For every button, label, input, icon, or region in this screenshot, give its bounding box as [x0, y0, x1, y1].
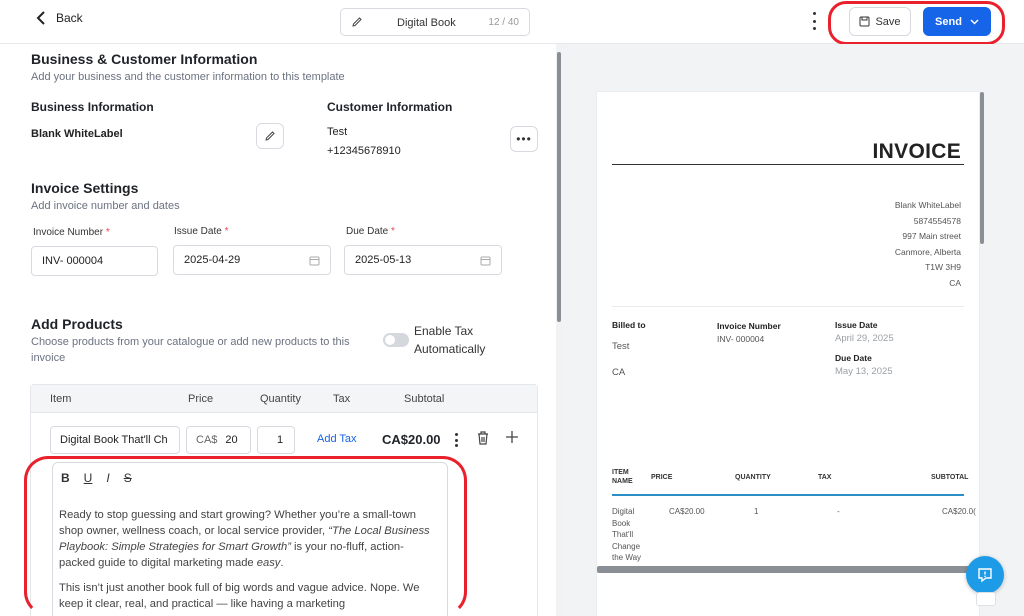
business-address: Blank WhiteLabel 5874554578 997 Main str… — [894, 200, 961, 288]
invoice-title: INVOICE — [872, 140, 961, 163]
invoice-preview-panel: INVOICE Blank WhiteLabel 5874554578 997 … — [562, 44, 1024, 616]
business-name: Blank WhiteLabel — [31, 128, 123, 140]
issue-date-value: April 29, 2025 — [835, 333, 894, 344]
issue-date-label: Issue Date * — [174, 226, 229, 237]
item-name-input[interactable]: Digital Book That'll Ch — [50, 426, 180, 454]
due-date-label: Due Date — [835, 353, 872, 363]
enable-tax-label-1: Enable Tax — [414, 324, 474, 338]
add-products-subtitle-1: Choose products from your catalogue or a… — [31, 336, 350, 348]
preview-item-tax: - — [837, 507, 840, 516]
customer-phone: +12345678910 — [327, 145, 401, 157]
back-label: Back — [56, 11, 83, 25]
th-price: PRICE — [651, 474, 673, 481]
th-quantity: QUANTITY — [735, 474, 771, 481]
back-button[interactable]: Back — [36, 11, 83, 25]
billed-to-label: Billed to — [612, 320, 646, 330]
price-input[interactable]: CA$ 20 — [186, 426, 251, 454]
products-table-header: Item Price Quantity Tax Subtotal — [31, 385, 537, 413]
due-date-input[interactable]: 2025-05-13 — [344, 245, 502, 275]
col-price: Price — [188, 393, 214, 405]
customer-name: Test — [327, 126, 348, 138]
quantity-input[interactable]: 1 — [257, 426, 295, 454]
items-header-rule — [612, 494, 964, 496]
invoice-number-label: Invoice Number — [717, 321, 781, 331]
billed-to-name: Test — [612, 341, 630, 352]
pencil-icon — [265, 131, 275, 141]
calendar-icon — [480, 256, 491, 266]
add-tax-link[interactable]: Add Tax — [317, 433, 357, 445]
col-tax: Tax — [333, 393, 351, 405]
highlight-oval-editor — [24, 456, 467, 616]
col-subtotal: Subtotal — [404, 393, 445, 405]
feedback-button[interactable] — [966, 556, 1004, 594]
th-subtotal: SUBTOTAL — [931, 474, 969, 481]
ellipsis-icon: ••• — [516, 132, 532, 146]
preview-item-name: Digital Book That'll Change the Way — [612, 507, 642, 562]
due-date-label: Due Date * — [346, 226, 395, 237]
divider — [612, 306, 964, 307]
business-section-subtitle: Add your business and the customer infor… — [31, 71, 345, 83]
preview-item-qty: 1 — [754, 507, 759, 516]
document-title-field[interactable]: Digital Book 12 / 40 — [340, 8, 530, 36]
th-tax: TAX — [818, 474, 832, 481]
col-quantity: Quantity — [260, 393, 301, 405]
invoice-preview-page: INVOICE Blank WhiteLabel 5874554578 997 … — [597, 92, 979, 616]
invoice-settings-title: Invoice Settings — [31, 180, 139, 196]
more-options-icon[interactable] — [811, 12, 817, 30]
customer-more-button[interactable]: ••• — [510, 126, 538, 152]
enable-tax-label-2: Automatically — [414, 342, 486, 356]
chat-alert-icon — [978, 568, 992, 583]
trash-icon[interactable] — [476, 430, 490, 446]
highlight-oval-top — [828, 1, 1005, 45]
billed-to-country: CA — [612, 367, 626, 378]
col-item: Item — [50, 393, 72, 405]
issue-date-input[interactable]: 2025-04-29 — [173, 245, 331, 275]
chevron-left-icon — [36, 11, 45, 25]
preview-item-subtotal: CA$20.0( — [942, 507, 976, 516]
preview-vertical-scrollbar[interactable] — [980, 92, 984, 244]
invoice-number-label: Invoice Number * — [33, 227, 110, 238]
add-products-subtitle-2: invoice — [31, 352, 66, 364]
due-date-value: May 13, 2025 — [835, 366, 893, 377]
row-more-icon[interactable] — [454, 433, 459, 447]
row-subtotal: CA$20.00 — [382, 432, 441, 447]
invoice-number-input[interactable]: INV- 000004 — [31, 246, 158, 276]
title-rule — [612, 164, 964, 165]
preview-item-price: CA$20.00 — [669, 507, 705, 516]
th-item-name: ITEM NAME — [612, 469, 633, 485]
customer-info-heading: Customer Information — [327, 100, 453, 114]
character-count: 12 / 40 — [488, 17, 519, 28]
document-name: Digital Book — [397, 17, 456, 29]
feedback-mini-tab[interactable] — [976, 592, 996, 606]
business-info-heading: Business Information — [31, 100, 154, 114]
pencil-icon — [352, 17, 362, 27]
invoice-number-value: INV- 000004 — [717, 334, 765, 344]
preview-horizontal-scrollbar[interactable] — [597, 566, 983, 573]
plus-icon[interactable] — [505, 430, 519, 444]
business-section-title: Business & Customer Information — [31, 51, 258, 67]
invoice-settings-subtitle: Add invoice number and dates — [31, 200, 180, 212]
enable-tax-toggle[interactable] — [383, 333, 409, 347]
calendar-icon — [309, 256, 320, 266]
edit-business-button[interactable] — [256, 123, 284, 149]
add-products-title: Add Products — [31, 316, 123, 332]
issue-date-label: Issue Date — [835, 320, 878, 330]
